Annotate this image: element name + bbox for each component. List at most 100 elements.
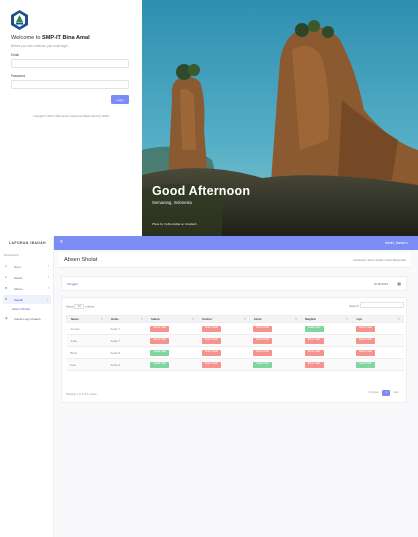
copyright-prefix: Copyright © 2019 IT Bina Amal | Inspired… bbox=[33, 115, 97, 118]
password-field[interactable] bbox=[11, 80, 129, 89]
email-label: Email bbox=[11, 53, 19, 57]
user-icon: ● bbox=[5, 264, 8, 268]
student-name: Bima bbox=[66, 346, 107, 359]
chevron-right-icon: › bbox=[47, 286, 49, 290]
status-cell: Belum Hadir bbox=[352, 334, 404, 347]
status-cell: Belum Hadir bbox=[352, 346, 404, 359]
table-row: Bima Kelas 8 Sudah Hadir Belum Hadir Belum H… bbox=[66, 346, 404, 359]
table-row: Azka Kelas 7 Belum Hadir Belum Hadir Belum H… bbox=[66, 334, 404, 347]
search-input[interactable] bbox=[360, 302, 404, 308]
user-menu[interactable]: Admin_Ibadah ▾ bbox=[385, 241, 408, 245]
location-text: Semarang, Indonesia bbox=[152, 200, 192, 205]
chevron-down-icon: ⌄ bbox=[46, 297, 49, 301]
attendance-status-button[interactable]: Belum Hadir bbox=[253, 338, 273, 344]
login-button[interactable]: Login bbox=[111, 95, 129, 104]
status-cell: Belum Hadir bbox=[352, 322, 404, 335]
table-row: Ammar Kelas 7 Belum Hadir Belum Hadir Belum … bbox=[66, 322, 404, 335]
attendance-status-button[interactable]: Belum Hadir bbox=[201, 350, 221, 356]
column-header[interactable]: Dzuhur ⇅ bbox=[197, 315, 250, 323]
attendance-status-button[interactable]: Belum Hadir bbox=[304, 338, 324, 344]
table-row: Faiz Kelas 9 Sudah Hadir Belum Hadir Sudah H… bbox=[66, 358, 404, 371]
status-cell: Belum Hadir bbox=[146, 322, 198, 335]
sort-icon: ⇅ bbox=[397, 317, 400, 321]
status-cell: Sudah Hadir bbox=[146, 358, 198, 371]
sort-icon: ⇅ bbox=[100, 317, 104, 321]
sidebar-item-label: Siswa bbox=[14, 275, 23, 280]
welcome-prefix: Welcome to bbox=[11, 35, 42, 41]
column-label: Dzuhur bbox=[202, 317, 212, 321]
status-cell: Belum Hadir bbox=[197, 358, 250, 371]
sidebar-item-label: Ibadah bbox=[14, 297, 24, 302]
attendance-status-button[interactable]: Sudah Hadir bbox=[304, 326, 324, 332]
sort-icon: ⇅ bbox=[140, 317, 143, 321]
attendance-status-button[interactable]: Belum Hadir bbox=[150, 338, 170, 344]
student-class: Kelas 7 bbox=[106, 322, 147, 335]
column-header[interactable]: Kelas ⇅ bbox=[106, 315, 147, 323]
breadcrumb: Dashboard / Absen Sholat / Absen Berjema… bbox=[353, 258, 406, 262]
admin-dashboard: LAPORAN IBADAH Dashboard ● Guru › ● Sisw… bbox=[0, 236, 418, 537]
attendance-status-button[interactable]: Sudah Hadir bbox=[150, 350, 170, 356]
status-cell: Belum Hadir bbox=[197, 334, 250, 347]
attendance-status-button[interactable]: Belum Hadir bbox=[201, 338, 221, 344]
attendance-status-button[interactable]: Belum Hadir bbox=[201, 326, 221, 332]
status-cell: Belum Hadir bbox=[300, 346, 353, 359]
attendance-status-button[interactable]: Sudah Hadir bbox=[253, 362, 273, 368]
column-header[interactable]: Nama ⇅ bbox=[65, 315, 108, 323]
previous-page-button[interactable]: Previous bbox=[366, 390, 382, 396]
column-header[interactable]: Isya ⇅ bbox=[351, 315, 405, 323]
column-label: Ashar bbox=[253, 317, 262, 321]
attendance-status-button[interactable]: Belum Hadir bbox=[150, 326, 170, 332]
greeting-text: Good Afternoon bbox=[152, 184, 251, 198]
entries-select[interactable]: 10 bbox=[74, 304, 85, 309]
next-page-button[interactable]: Next bbox=[391, 390, 402, 396]
attendance-status-button[interactable]: Belum Hadir bbox=[304, 350, 324, 356]
menu-toggle-icon[interactable]: ≡ bbox=[60, 240, 63, 245]
column-label: Maghrib bbox=[305, 317, 317, 321]
hero-image: Good Afternoon Semarang, Indonesia Photo… bbox=[142, 0, 418, 236]
brand-title: LAPORAN IBADAH bbox=[9, 241, 47, 245]
calendar-icon[interactable]: ▦ bbox=[397, 281, 401, 286]
status-cell: Belum Hadir bbox=[249, 346, 301, 359]
attendance-status-button[interactable]: Sudah Hadir bbox=[356, 362, 376, 368]
clipboard-icon: ■ bbox=[5, 286, 8, 290]
column-header[interactable]: Ashar ⇅ bbox=[248, 315, 302, 323]
attendance-status-button[interactable]: Belum Hadir bbox=[356, 338, 376, 344]
sidebar-subitem-absen-sholat[interactable]: Absen Sholat bbox=[12, 307, 30, 311]
student-class: Kelas 8 bbox=[106, 346, 147, 359]
attendance-status-button[interactable]: Belum Hadir bbox=[201, 362, 221, 368]
attendance-status-button[interactable]: Belum Hadir bbox=[356, 326, 376, 332]
sidebar-heading: Dashboard bbox=[4, 253, 19, 257]
student-class: Kelas 7 bbox=[106, 334, 147, 347]
date-filter-card: Tanggal : 22-08-2019 ▦ bbox=[61, 276, 407, 291]
attendance-status-button[interactable]: Sudah Hadir bbox=[150, 362, 170, 368]
book-icon: ■ bbox=[5, 297, 8, 301]
sidebar-item-kelola-login[interactable]: ◆ Kelola Login Ibadah bbox=[3, 314, 51, 323]
sidebar-item-siswa[interactable]: ● Siswa › bbox=[3, 273, 51, 282]
email-field[interactable] bbox=[11, 59, 129, 68]
page-button[interactable]: 1 bbox=[382, 390, 390, 396]
copyright-suffix: by TEAM bbox=[97, 115, 109, 118]
attendance-status-button[interactable]: Belum Hadir bbox=[304, 362, 324, 368]
attendance-status-button[interactable]: Belum Hadir bbox=[356, 350, 376, 356]
student-name: Azka bbox=[66, 334, 107, 347]
login-subtitle: Before you can continue, you must login. bbox=[11, 44, 69, 48]
attendance-status-button[interactable]: Belum Hadir bbox=[253, 326, 273, 332]
sort-icon: ⇅ bbox=[346, 317, 349, 321]
sidebar-item-guru[interactable]: ● Guru › bbox=[3, 262, 51, 271]
column-header[interactable]: Subuh ⇅ bbox=[145, 315, 199, 323]
login-panel: Welcome to SMP-IT Bina Amal Before you c… bbox=[0, 0, 142, 236]
sidebar-item-label: Guru bbox=[14, 264, 21, 269]
sort-icon: ⇅ bbox=[294, 317, 298, 321]
column-header[interactable]: Maghrib ⇅ bbox=[300, 315, 353, 323]
status-cell: Sudah Hadir bbox=[249, 358, 301, 371]
welcome-heading: Welcome to SMP-IT Bina Amal bbox=[11, 35, 90, 41]
search-label: Search: bbox=[349, 304, 360, 308]
chevron-right-icon: › bbox=[47, 275, 49, 279]
attendance-status-button[interactable]: Belum Hadir bbox=[253, 350, 273, 356]
sidebar-item-ibadah[interactable]: ■ Ibadah ⌄ bbox=[3, 295, 51, 304]
status-cell: Belum Hadir bbox=[300, 334, 353, 347]
sidebar-item-absen[interactable]: ■ Absen › bbox=[3, 284, 51, 293]
table-body: Ammar Kelas 7 Belum Hadir Belum Hadir Belum … bbox=[66, 322, 404, 371]
date-input[interactable]: 22-08-2019 bbox=[374, 282, 388, 286]
date-filter-label: Tanggal : bbox=[67, 282, 80, 286]
